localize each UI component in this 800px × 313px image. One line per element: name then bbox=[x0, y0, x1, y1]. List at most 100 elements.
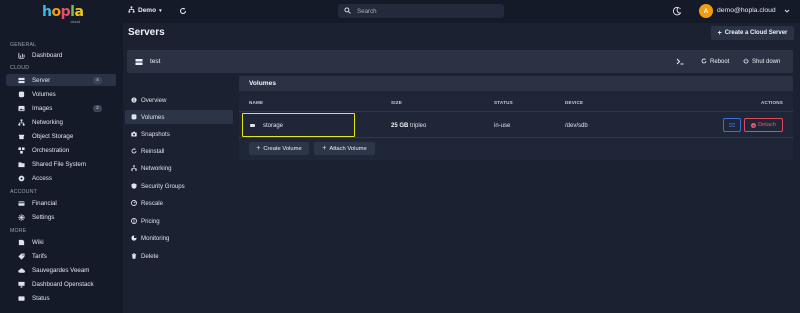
logo-subtext: cloud bbox=[70, 19, 80, 24]
column-header-actions: ACTIONS bbox=[761, 100, 784, 105]
page-title: Servers bbox=[128, 27, 165, 38]
sidebar: hopla cloud GENERAL Dashboard CLOUD Serv… bbox=[0, 0, 123, 313]
tab-label: Snapshots bbox=[141, 130, 170, 138]
search-icon bbox=[338, 6, 351, 16]
theme-toggle-icon[interactable] bbox=[672, 6, 682, 16]
disk-icon bbox=[250, 124, 255, 127]
view-volume-button[interactable] bbox=[723, 118, 741, 132]
folder-icon bbox=[17, 160, 25, 168]
project-name: Demo bbox=[138, 7, 157, 14]
sidebar-item-dashboard-openstack[interactable]: Dashboard Openstack bbox=[6, 278, 116, 290]
sidebar-item-server[interactable]: Server 4 bbox=[6, 74, 116, 86]
detach-button[interactable]: × Detach bbox=[744, 118, 783, 132]
attach-volume-label: Attach Volume bbox=[329, 145, 367, 152]
tab-snapshots[interactable]: Snapshots bbox=[125, 127, 233, 141]
sidebar-item-label: Volumes bbox=[32, 90, 56, 98]
sidebar-item-dashboard[interactable]: Dashboard bbox=[6, 49, 116, 61]
refresh-icon[interactable] bbox=[179, 7, 187, 15]
search-bar[interactable] bbox=[338, 4, 504, 18]
sidebar-item-tarifs[interactable]: Tarifs bbox=[6, 250, 116, 262]
tab-monitoring[interactable]: Monitoring bbox=[125, 231, 233, 245]
tab-label: Overview bbox=[141, 96, 167, 104]
tab-networking[interactable]: Networking bbox=[125, 161, 233, 175]
sidebar-item-label: Dashboard bbox=[32, 51, 63, 59]
sidebar-item-images[interactable]: Images 2 bbox=[6, 102, 116, 114]
close-circle-icon: × bbox=[751, 122, 757, 128]
detach-label: Detach bbox=[758, 122, 776, 128]
sidebar-item-wiki[interactable]: Wiki bbox=[6, 236, 116, 248]
user-email[interactable]: demo@hopla.cloud bbox=[717, 7, 776, 14]
chevron-down-icon[interactable] bbox=[784, 8, 790, 14]
plus-icon: + bbox=[322, 145, 327, 152]
avatar[interactable]: A bbox=[699, 4, 713, 18]
sidebar-item-settings[interactable]: Settings bbox=[6, 211, 116, 223]
gear-icon bbox=[17, 213, 25, 221]
shutdown-button[interactable]: Shut down bbox=[743, 58, 780, 66]
sidebar-item-label: Financial bbox=[32, 199, 57, 207]
volumes-panel-header: Volumes bbox=[239, 76, 793, 91]
sidebar-item-networking[interactable]: Networking bbox=[6, 116, 116, 128]
book-icon bbox=[17, 238, 25, 246]
hopla-logo[interactable]: hopla cloud bbox=[42, 5, 84, 27]
tab-label: Rescale bbox=[141, 199, 164, 207]
create-volume-button[interactable]: + Create Volume bbox=[249, 142, 309, 155]
volume-name[interactable]: storage bbox=[263, 123, 283, 129]
sidebar-item-sauvegardes-veeam[interactable]: Sauvegardes Veeam bbox=[6, 264, 116, 276]
tab-pricing[interactable]: Pricing bbox=[125, 214, 233, 228]
tab-label: Monitoring bbox=[141, 234, 170, 242]
shield-icon bbox=[130, 183, 137, 190]
rescale-icon bbox=[130, 200, 137, 207]
sidebar-item-object-storage[interactable]: Object Storage bbox=[6, 130, 116, 142]
tab-label: Networking bbox=[141, 164, 172, 172]
create-cloud-server-label: Create a Cloud Server bbox=[724, 30, 788, 36]
info-icon bbox=[130, 97, 137, 104]
tab-rescale[interactable]: Rescale bbox=[125, 196, 233, 210]
sidebar-item-status[interactable]: Status bbox=[6, 292, 116, 304]
tab-volumes[interactable]: Volumes bbox=[125, 110, 233, 124]
search-input[interactable] bbox=[357, 7, 497, 15]
monitoring-icon bbox=[130, 235, 137, 242]
server-icon bbox=[17, 76, 25, 84]
tab-reinstall[interactable]: Reinstall bbox=[125, 144, 233, 158]
sidebar-item-orchestration[interactable]: Orchestration bbox=[6, 144, 116, 156]
database-icon bbox=[130, 114, 137, 121]
create-cloud-server-button[interactable]: + Create a Cloud Server bbox=[711, 26, 794, 40]
tab-security-groups[interactable]: Security Groups bbox=[125, 179, 233, 193]
table-divider bbox=[239, 111, 793, 112]
console-icon[interactable] bbox=[676, 58, 684, 65]
reboot-label: Reboot bbox=[710, 59, 730, 65]
plus-icon: + bbox=[256, 145, 261, 152]
chevron-down-icon: ▾ bbox=[159, 7, 162, 14]
sidebar-item-label: Status bbox=[32, 294, 50, 302]
sidebar-item-volumes[interactable]: Volumes bbox=[6, 88, 116, 100]
volume-type: tripleo bbox=[410, 123, 427, 129]
volume-status: in-use bbox=[494, 123, 511, 129]
server-bar: test Reboot Shut down bbox=[127, 50, 793, 73]
pricing-icon bbox=[130, 218, 137, 225]
table-divider bbox=[239, 137, 793, 138]
tab-label: Security Groups bbox=[141, 182, 185, 190]
sidebar-item-label: Settings bbox=[32, 213, 55, 221]
tab-overview[interactable]: Overview bbox=[125, 93, 233, 107]
attach-volume-button[interactable]: + Attach Volume bbox=[314, 142, 375, 155]
reinstall-icon bbox=[130, 148, 137, 155]
volume-size: 25 GB bbox=[391, 123, 409, 129]
status-icon bbox=[17, 294, 25, 302]
images-icon bbox=[17, 104, 25, 112]
sidebar-item-shared-file-system[interactable]: Shared File System bbox=[6, 158, 116, 170]
chart-icon bbox=[17, 51, 25, 59]
sidebar-item-access[interactable]: Access bbox=[6, 172, 116, 184]
network-icon bbox=[17, 118, 25, 126]
project-selector[interactable]: Demo ▾ bbox=[128, 6, 162, 15]
server-count-badge: 4 bbox=[93, 76, 102, 84]
column-header-device: DEVICE bbox=[565, 100, 584, 105]
power-icon bbox=[743, 58, 749, 66]
tab-delete[interactable]: Delete bbox=[125, 249, 233, 263]
server-icon bbox=[135, 58, 143, 66]
column-header-status: STATUS bbox=[494, 100, 513, 105]
reboot-button[interactable]: Reboot bbox=[701, 58, 729, 66]
volumes-panel: Volumes NAME SIZE STATUS DEVICE ACTIONS … bbox=[239, 76, 793, 160]
sidebar-item-label: Wiki bbox=[32, 238, 44, 246]
sidebar-item-financial[interactable]: Financial bbox=[6, 197, 116, 209]
object-storage-icon bbox=[17, 132, 25, 140]
